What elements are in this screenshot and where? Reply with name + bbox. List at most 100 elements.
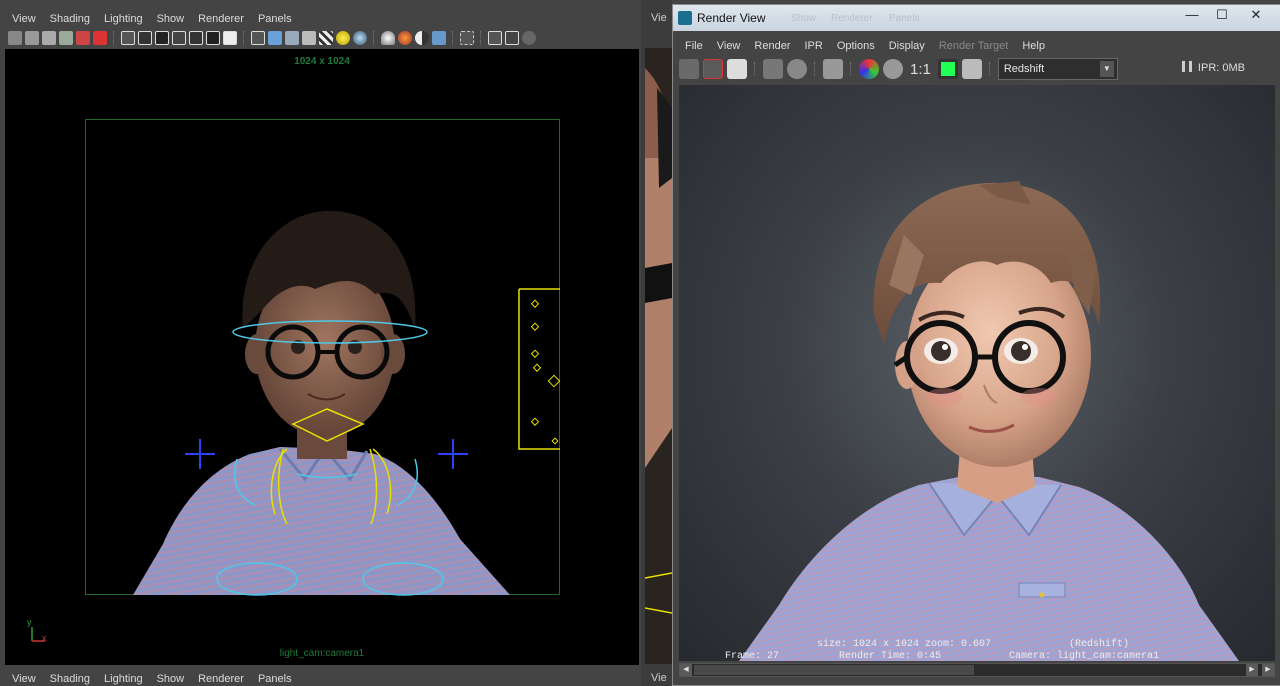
xray-joints-icon[interactable]: [505, 31, 519, 45]
safe-title-icon[interactable]: [223, 31, 237, 45]
ghost-menu-show: Show: [791, 13, 817, 24]
xray-icon[interactable]: [488, 31, 502, 45]
refresh-ipr-icon[interactable]: [787, 59, 807, 79]
menu-panels[interactable]: Panels: [258, 13, 298, 25]
film-gate-icon[interactable]: [138, 31, 152, 45]
bookmark-icon[interactable]: [42, 31, 56, 45]
menu-file[interactable]: File: [685, 40, 703, 52]
axis-x-label: x: [42, 633, 47, 643]
render-info-camera: Camera: light_cam:camera1: [1009, 651, 1160, 661]
render-settings-icon[interactable]: [823, 59, 843, 79]
wireframe-on-shaded-icon[interactable]: [285, 31, 299, 45]
menu-panels[interactable]: Panels: [258, 673, 298, 685]
toolbar-separator: [480, 31, 482, 45]
menu-renderer[interactable]: Renderer: [198, 13, 250, 25]
anti-aliasing-icon[interactable]: [415, 31, 429, 45]
scrollbar-thumb[interactable]: [694, 665, 974, 675]
render-info-engine: (Redshift): [1069, 639, 1130, 650]
camera-label: light_cam:camera1: [279, 648, 365, 659]
menu-display[interactable]: Display: [889, 40, 925, 52]
menu-shading[interactable]: Shading: [50, 673, 96, 685]
wireframe-icon[interactable]: [251, 31, 265, 45]
menu-show[interactable]: Show: [157, 13, 191, 25]
menu-shading[interactable]: Shading: [50, 13, 96, 25]
field-chart-icon[interactable]: [189, 31, 203, 45]
real-size-label[interactable]: 1:1: [910, 61, 931, 78]
menu-lighting[interactable]: Lighting: [104, 673, 149, 685]
render-region-icon[interactable]: [703, 59, 723, 79]
chevron-down-icon[interactable]: ▼: [1099, 61, 1114, 77]
render-image[interactable]: size: 1024 x 1024 zoom: 0.607 (Redshift)…: [679, 85, 1275, 661]
rendered-character: [739, 181, 1239, 661]
minimize-button[interactable]: —: [1178, 7, 1206, 25]
menu-help[interactable]: Help: [1022, 40, 1045, 52]
menu-render-target: Render Target: [938, 40, 1009, 52]
screen-space-ao-icon[interactable]: [381, 31, 395, 45]
menu-show[interactable]: Show: [157, 673, 191, 685]
render-view-menubar: File View Render IPR Options Display Ren…: [673, 38, 1059, 54]
window-titlebar[interactable]: Render View Show Renderer Panels — ☐ ✕: [673, 5, 1280, 31]
resolution-gate-icon[interactable]: [155, 31, 169, 45]
scroll-right-end-icon[interactable]: ▶: [1262, 664, 1274, 676]
rgb-channel-icon[interactable]: [859, 59, 879, 79]
toolbar-separator: [452, 31, 454, 45]
ik-handle-right: [438, 439, 468, 469]
toolbar-separator: [850, 62, 852, 76]
toolbar-separator: [113, 31, 115, 45]
ik-handle-left: [185, 439, 215, 469]
motion-blur-icon[interactable]: [398, 31, 412, 45]
image-plane-icon[interactable]: [59, 31, 73, 45]
safe-action-icon[interactable]: [206, 31, 220, 45]
ipr-memory-label: IPR: 0MB: [1197, 62, 1245, 74]
textured-icon[interactable]: [302, 31, 316, 45]
horizontal-scrollbar[interactable]: ◀ ▶ ▶: [679, 663, 1275, 677]
select-camera-icon[interactable]: [8, 31, 22, 45]
maya-workspace: View Shading Lighting Show Renderer Pane…: [0, 0, 1280, 686]
remove-image-icon[interactable]: [961, 59, 982, 79]
persp-viewport[interactable]: 1024 x 1024 y x light_cam:camera1: [5, 49, 639, 665]
menu-view[interactable]: View: [12, 673, 42, 685]
menu-lighting[interactable]: Lighting: [104, 13, 149, 25]
menu-options[interactable]: Options: [837, 40, 875, 52]
keep-image-icon[interactable]: [937, 59, 958, 79]
redo-previous-render-icon[interactable]: [679, 59, 699, 79]
use-all-lights-icon[interactable]: [336, 31, 350, 45]
share-icon[interactable]: [522, 31, 536, 45]
toolbar-separator: [988, 62, 991, 76]
toolbar-separator: [243, 31, 245, 45]
two-d-pan-zoom-icon[interactable]: [93, 31, 107, 45]
scroll-left-icon[interactable]: ◀: [680, 664, 692, 676]
gate-mask-icon[interactable]: [172, 31, 186, 45]
ipr-status: IPR: 0MB: [1181, 61, 1245, 74]
maximize-button[interactable]: ☐: [1208, 7, 1236, 25]
shadows-icon[interactable]: [353, 31, 367, 45]
smooth-shade-icon[interactable]: [268, 31, 282, 45]
toolbar-separator: [373, 31, 375, 45]
toolbar-separator: [754, 62, 756, 76]
menu-renderer[interactable]: Renderer: [198, 673, 250, 685]
ipr-render-icon[interactable]: [763, 59, 783, 79]
scroll-right-icon[interactable]: ▶: [1246, 664, 1258, 676]
menu-render[interactable]: Render: [754, 40, 790, 52]
menu-view[interactable]: View: [12, 13, 42, 25]
persp-panel: View Shading Lighting Show Renderer Pane…: [0, 0, 641, 686]
snapshot-icon[interactable]: [727, 59, 747, 79]
checker-icon[interactable]: [319, 31, 333, 45]
camera-attributes-icon[interactable]: [25, 31, 39, 45]
viewport-scene: [31, 210, 561, 642]
menu-view[interactable]: Vie: [651, 12, 667, 24]
menu-view[interactable]: Vie: [651, 672, 667, 684]
side-viewport[interactable]: [645, 48, 672, 664]
panel-menubar: View Shading Lighting Show Renderer Pane…: [0, 9, 306, 29]
close-button[interactable]: ✕: [1242, 7, 1270, 25]
depth-of-field-icon[interactable]: [432, 31, 446, 45]
menu-view[interactable]: View: [717, 40, 741, 52]
isolate-select-icon[interactable]: [460, 31, 474, 45]
menu-ipr[interactable]: IPR: [804, 40, 822, 52]
render-view-window: Render View Show Renderer Panels — ☐ ✕ F…: [672, 4, 1280, 686]
pause-ipr-icon[interactable]: [1181, 61, 1192, 72]
alpha-channel-icon[interactable]: [883, 59, 903, 79]
grease-pencil-icon[interactable]: [76, 31, 90, 45]
grid-icon[interactable]: [121, 31, 135, 45]
renderer-select[interactable]: Redshift ▼: [997, 58, 1118, 80]
